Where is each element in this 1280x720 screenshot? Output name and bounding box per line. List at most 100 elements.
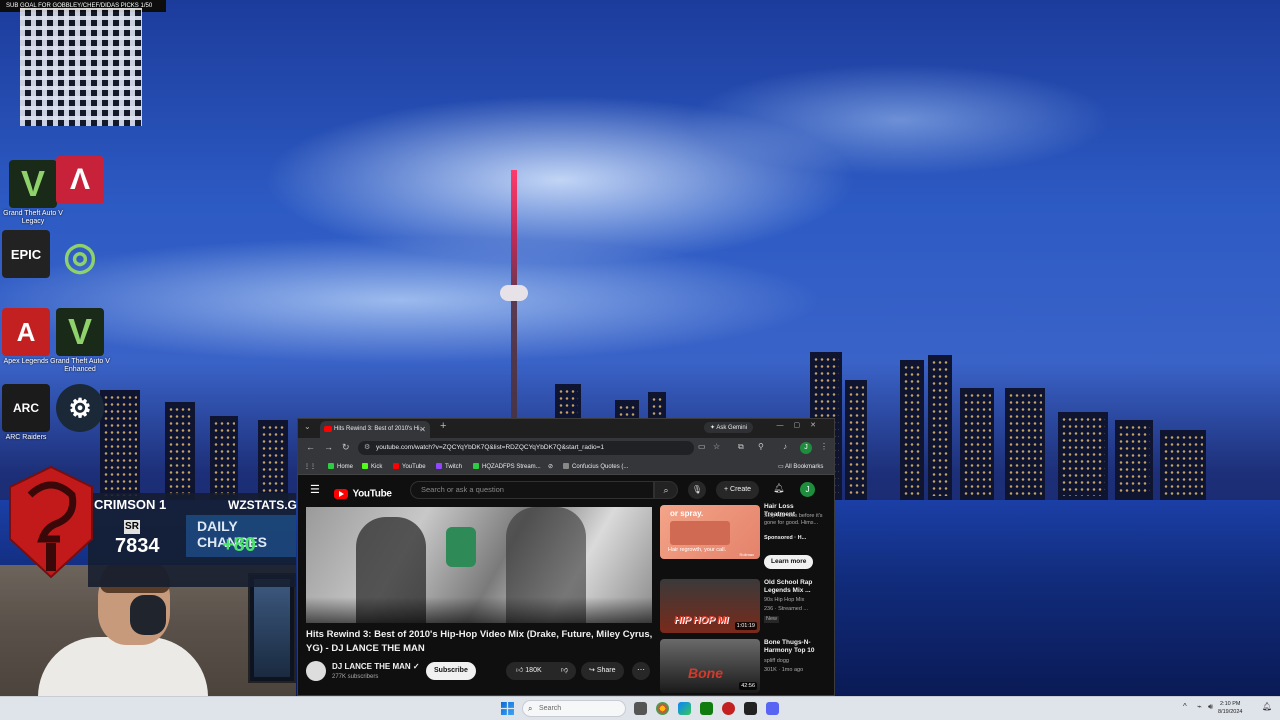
taskbar-search[interactable]: ⌕ Search: [522, 700, 626, 717]
windows-start-icon[interactable]: [501, 702, 514, 715]
task-view-icon[interactable]: [634, 702, 647, 715]
like-button[interactable]: 👍︎ 180K 👎︎: [506, 662, 576, 680]
bookmark-globe-icon[interactable]: ⊘: [548, 463, 553, 470]
search-input[interactable]: Search or ask a question: [410, 481, 654, 499]
app-taskbar-icon[interactable]: [722, 702, 735, 715]
network-icon[interactable]: ⌁: [1197, 702, 1202, 711]
channel-name-text: DJ LANCE THE MAN: [332, 662, 411, 671]
volume-icon[interactable]: 🔊︎: [1208, 702, 1213, 712]
window-controls[interactable]: —▢✕: [777, 421, 826, 429]
notification-icon[interactable]: 🔔︎: [1262, 702, 1272, 711]
media-control-icon[interactable]: ♪: [783, 442, 787, 451]
account-avatar[interactable]: J: [800, 482, 815, 497]
youtube-page: ☰ YouTube Search or ask a question ⌕ 🎙︎ …: [298, 475, 834, 695]
dislike-button[interactable]: 👎︎: [561, 662, 568, 680]
bookmark-star-icon[interactable]: ☆: [713, 442, 720, 451]
folder-icon: ▭: [778, 464, 786, 470]
share-button[interactable]: ↪ Share: [581, 662, 624, 680]
share-label: Share: [596, 667, 616, 674]
recommendation-item[interactable]: Bone 42:56 Bone Thugs-N-Harmony Top 10 s…: [660, 639, 830, 695]
channel-avatar[interactable]: [306, 661, 326, 681]
more-actions-button[interactable]: ⋯: [632, 662, 650, 680]
player-controls-scrim: [306, 597, 652, 623]
site-info-icon[interactable]: ⚙: [364, 441, 370, 455]
recommendation-item[interactable]: HIP HOP MI 1:01:19 Old School Rap Legend…: [660, 579, 830, 635]
back-button[interactable]: ←: [306, 442, 315, 452]
webcam-person-shirt: [38, 637, 208, 696]
notifications-bell-icon[interactable]: 🔔︎: [773, 483, 784, 494]
clock-time: 2:10 PM: [1219, 701, 1241, 707]
browser-tab-active[interactable]: Hits Rewind 3: Best of 2010's Hi... ✕: [320, 421, 430, 438]
channel-name[interactable]: DJ LANCE THE MAN ✓: [332, 662, 420, 671]
create-label: Create: [730, 486, 752, 493]
desktop-icon-steam[interactable]: ⚙: [48, 384, 112, 432]
discord-taskbar-icon[interactable]: [766, 702, 779, 715]
xbox-taskbar-icon[interactable]: [700, 702, 713, 715]
video-player[interactable]: [306, 507, 652, 623]
bookmark-favicon-icon: [362, 463, 368, 469]
bookmark-twitch[interactable]: Twitch: [436, 463, 462, 470]
skyline-building: [1005, 388, 1045, 500]
team-logo-icon: [9, 465, 93, 579]
arc-raiders-icon: ARC: [2, 384, 50, 432]
video-duration: 42:56: [739, 682, 757, 690]
taskbar-clock[interactable]: 2:10 PM 8/19/2024: [1218, 700, 1242, 716]
thumbnail-text: HIP HOP MI: [674, 615, 729, 626]
search-icon: ⌕: [528, 704, 533, 713]
webcam-monitor: [248, 573, 296, 683]
extension-puzzle-icon[interactable]: ⚲: [758, 442, 764, 451]
chrome-menu-icon[interactable]: ⋮: [820, 442, 828, 451]
desktop-icon-faceit[interactable]: Λ: [48, 156, 112, 204]
video-thumbnail[interactable]: Bone 42:56: [660, 639, 760, 693]
hamburger-menu-icon[interactable]: ☰: [310, 483, 320, 496]
microphone-icon: 🎙︎: [691, 485, 703, 494]
gta-v-enhanced-icon: V: [56, 308, 104, 356]
bookmark-home[interactable]: Home: [328, 463, 353, 470]
extensions-icon[interactable]: ⧉: [738, 442, 744, 452]
bookmark-hqzadfps[interactable]: HQZADFPS Stream...: [473, 463, 541, 470]
qr-code: [20, 8, 142, 126]
learn-more-button[interactable]: Learn more: [764, 555, 814, 569]
subscribe-button[interactable]: Subscribe: [426, 662, 476, 680]
forward-button[interactable]: →: [324, 442, 333, 452]
bookmark-youtube[interactable]: YouTube: [393, 463, 426, 470]
desktop-icon-ubisoft[interactable]: ◎: [48, 232, 112, 280]
address-bar[interactable]: ⚙ youtube.com/watch?v=ZQCYqYbDK7Q&list=R…: [358, 441, 694, 455]
video-duration: 1:01:19: [734, 622, 757, 630]
search-button[interactable]: ⌕: [654, 481, 678, 499]
chrome-taskbar-icon[interactable]: [656, 702, 669, 715]
profile-avatar[interactable]: J: [800, 442, 812, 454]
cast-icon[interactable]: ▭: [698, 442, 706, 451]
tray-chevron-icon[interactable]: ^: [1183, 702, 1187, 711]
bookmark-confucius[interactable]: Confucius Quotes (...: [563, 463, 628, 470]
cn-tower-pod: [500, 285, 528, 301]
url-text: youtube.com/watch?v=ZQCYqYbDK7Q&list=RDZ…: [376, 444, 605, 451]
create-button[interactable]: + Create: [716, 481, 760, 499]
desktop-icon-label: ARC Raiders: [5, 434, 47, 441]
thumbnail-text: Bone: [688, 665, 723, 681]
all-bookmarks[interactable]: ▭ All Bookmarks: [778, 463, 823, 470]
bookmark-kick[interactable]: Kick: [362, 463, 382, 470]
tab-search-icon[interactable]: ⌄: [304, 422, 311, 431]
close-tab-icon[interactable]: ✕: [419, 421, 426, 438]
video-thumbnail[interactable]: HIP HOP MI 1:01:19: [660, 579, 760, 633]
player-name: CRIMSON 1: [94, 497, 167, 512]
tab-strip: ⌄ Hits Rewind 3: Best of 2010's Hi... ✕ …: [298, 419, 834, 438]
browser-window[interactable]: ⌄ Hits Rewind 3: Best of 2010's Hi... ✕ …: [297, 418, 835, 696]
thumbs-up-icon: 👍︎: [516, 667, 524, 674]
reload-button[interactable]: ↻: [342, 442, 350, 453]
epic-taskbar-icon[interactable]: [744, 702, 757, 715]
edge-taskbar-icon[interactable]: [678, 702, 691, 715]
taskbar-search-placeholder: Search: [539, 705, 562, 712]
youtube-logo[interactable]: YouTube: [334, 485, 392, 503]
video-meta: 236 · Streamed ...: [764, 606, 809, 612]
skyline-building: [900, 360, 924, 500]
recommendation-ad[interactable]: or spray. Hair regrowth, your call. Roli…: [660, 503, 830, 575]
new-tab-button[interactable]: +: [440, 420, 446, 432]
faceit-icon: Λ: [56, 156, 104, 204]
ask-gemini-button[interactable]: ✦ Ask Gemini: [704, 422, 754, 433]
apps-grid-icon[interactable]: ⋮⋮: [304, 463, 316, 470]
ad-thumbnail[interactable]: or spray. Hair regrowth, your call. Roli…: [660, 505, 760, 559]
voice-search-button[interactable]: 🎙︎: [688, 481, 706, 499]
desktop-icon-gta-v-enhanced[interactable]: V Grand Theft Auto V Enhanced: [48, 308, 112, 374]
